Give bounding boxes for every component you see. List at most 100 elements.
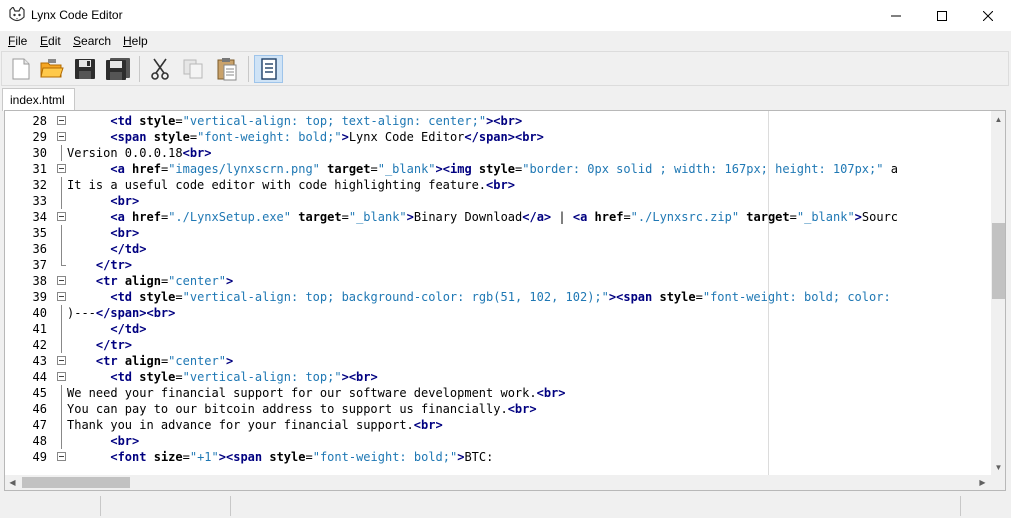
code-line[interactable]: Thank you in advance for your financial … xyxy=(67,417,443,433)
code-token: </span> xyxy=(95,306,147,320)
code-line[interactable]: You can pay to our bitcoin address to su… xyxy=(67,401,537,417)
code-token: target xyxy=(327,162,371,176)
code-line[interactable]: <br> xyxy=(67,433,139,449)
save-button[interactable] xyxy=(70,55,99,83)
code-line[interactable]: </tr> xyxy=(67,257,132,273)
code-area[interactable]: <td style="vertical-align: top; text-ali… xyxy=(67,111,987,490)
line-number: 31 xyxy=(32,162,47,176)
code-line[interactable]: Version 0.0.0.18<br> xyxy=(67,145,212,161)
code-token: > xyxy=(225,274,234,288)
fold-toggle-icon[interactable] xyxy=(57,292,66,301)
code-line[interactable]: </td> xyxy=(67,321,146,337)
code-token: > xyxy=(435,162,443,176)
line-number: 34 xyxy=(32,210,47,224)
code-line[interactable]: It is a useful code editor with code hig… xyxy=(67,177,515,193)
code-token: Lynx Code Editor xyxy=(348,130,465,144)
fold-guide-line xyxy=(61,337,62,353)
vertical-scroll-thumb[interactable] xyxy=(992,223,1005,299)
toolbar xyxy=(1,51,1009,86)
open-button[interactable] xyxy=(37,55,66,83)
code-token: = xyxy=(182,450,190,464)
code-line[interactable]: </tr> xyxy=(67,337,132,353)
code-token: <br> xyxy=(536,386,566,400)
code-token: style xyxy=(153,130,190,144)
code-token: </span> xyxy=(464,130,515,144)
code-token: align xyxy=(124,274,161,288)
chevron-down-icon: ▼ xyxy=(994,462,1003,472)
paste-button[interactable] xyxy=(212,55,241,83)
save-all-button[interactable] xyxy=(103,55,132,83)
close-icon xyxy=(983,10,993,21)
fold-toggle-icon[interactable] xyxy=(57,212,66,221)
code-line[interactable]: <a href="images/lynxscrn.png" target="_b… xyxy=(67,161,898,177)
horizontal-scroll-thumb[interactable] xyxy=(22,477,130,488)
code-token: | xyxy=(551,210,573,224)
code-token: </td> xyxy=(110,322,147,336)
copy-button[interactable] xyxy=(178,55,207,83)
code-editor[interactable]: 28 29 30 31 32 33 34 35 36 37 38 39 40 41 42 43 44 45 46 47… xyxy=(4,110,1006,491)
code-token: = xyxy=(695,290,703,304)
fold-margin[interactable] xyxy=(55,111,67,490)
minimize-button[interactable] xyxy=(873,0,919,31)
code-token: "images/lynxscrn.png" xyxy=(168,162,320,176)
document-properties-button[interactable] xyxy=(254,55,283,83)
code-line[interactable]: <br> xyxy=(67,225,139,241)
code-line[interactable]: <span style="font-weight: bold;">Lynx Co… xyxy=(67,129,544,145)
scroll-right-button[interactable]: ▶ xyxy=(975,475,990,490)
code-line[interactable]: )---</span><br> xyxy=(67,305,175,321)
fold-toggle-icon[interactable] xyxy=(57,276,66,285)
fold-toggle-icon[interactable] xyxy=(57,452,66,461)
horizontal-scrollbar[interactable]: ◀ ▶ xyxy=(5,475,991,490)
code-token: </a> xyxy=(522,210,552,224)
code-token: <br> xyxy=(348,370,378,384)
code-line[interactable]: <br> xyxy=(67,193,139,209)
fold-toggle-icon[interactable] xyxy=(57,132,66,141)
menu-edit[interactable]: Edit xyxy=(40,34,61,48)
code-token: Version 0.0.0.18 xyxy=(67,146,183,160)
scroll-left-button[interactable]: ◀ xyxy=(5,475,20,490)
code-line[interactable]: <font size="+1"><span style="font-weight… xyxy=(67,449,493,465)
code-token: style xyxy=(139,114,176,128)
tab-index-html[interactable]: index.html xyxy=(2,88,75,111)
code-line[interactable]: <tr align="center"> xyxy=(67,273,233,289)
menu-help[interactable]: Help xyxy=(123,34,148,48)
scroll-down-button[interactable]: ▼ xyxy=(991,459,1005,475)
line-number: 49 xyxy=(32,450,47,464)
code-token: You can pay to our bitcoin address to su… xyxy=(67,402,508,416)
save-icon xyxy=(74,59,95,79)
code-line[interactable]: <td style="vertical-align: top;"><br> xyxy=(67,369,378,385)
code-token: Sourc xyxy=(861,210,899,224)
code-token: <td xyxy=(110,290,140,304)
menu-search-mnemonic: S xyxy=(73,34,82,48)
fold-guide-line xyxy=(61,417,62,433)
code-line[interactable]: <td style="vertical-align: top; text-ali… xyxy=(67,113,522,129)
code-token: BTC: xyxy=(464,450,494,464)
fold-toggle-icon[interactable] xyxy=(57,164,66,173)
code-line[interactable]: <td style="vertical-align: top; backgrou… xyxy=(67,289,890,305)
vertical-scrollbar[interactable]: ▲ ▼ xyxy=(991,111,1005,475)
fold-toggle-icon[interactable] xyxy=(57,356,66,365)
code-token: "center" xyxy=(168,354,226,368)
maximize-button[interactable] xyxy=(919,0,965,31)
code-line[interactable]: <tr align="center"> xyxy=(67,353,233,369)
code-token: href xyxy=(132,210,161,224)
code-token: <br> xyxy=(110,434,140,448)
open-folder-icon xyxy=(39,59,64,78)
menu-file[interactable]: File xyxy=(8,34,27,48)
title-bar: Lynx Code Editor xyxy=(0,0,1011,31)
new-file-button[interactable] xyxy=(6,55,35,83)
copy-icon xyxy=(183,59,202,79)
code-line[interactable]: <a href="./LynxSetup.exe" target="_blank… xyxy=(67,209,898,225)
close-button[interactable] xyxy=(965,0,1011,31)
scroll-up-button[interactable]: ▲ xyxy=(991,111,1005,127)
cut-button[interactable] xyxy=(145,55,174,83)
code-line[interactable]: </td> xyxy=(67,241,146,257)
fold-toggle-icon[interactable] xyxy=(57,116,66,125)
code-token: > xyxy=(406,210,414,224)
code-token: <span xyxy=(616,290,660,304)
fold-toggle-icon[interactable] xyxy=(57,372,66,381)
menu-search[interactable]: Search xyxy=(73,34,111,48)
code-line[interactable]: We need your financial support for our s… xyxy=(67,385,566,401)
